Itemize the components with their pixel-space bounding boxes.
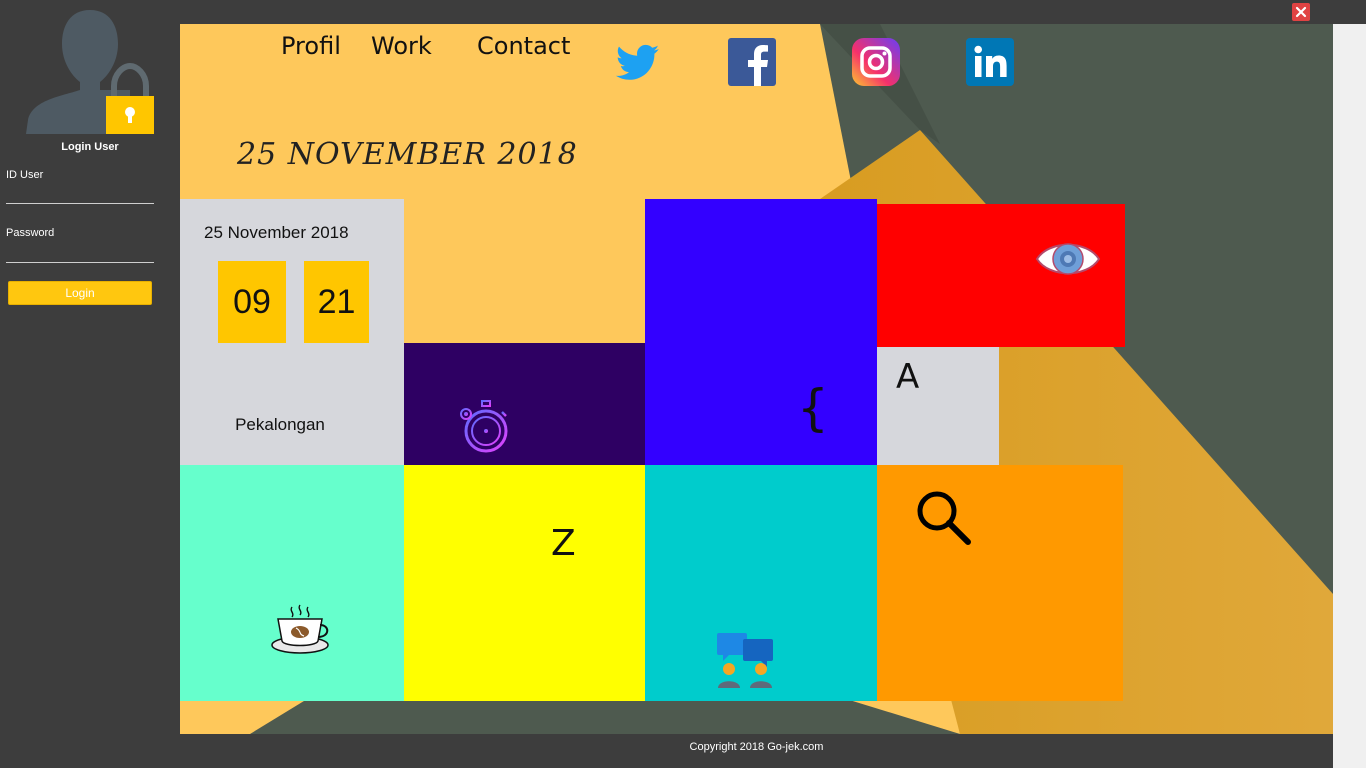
main-panel: Profil Work Contact 25 NOVEMBER 2018 25 … (180, 24, 1333, 734)
login-sidebar: Login User ID User Password Login (0, 0, 180, 768)
tile-sleep[interactable]: Z (404, 465, 645, 701)
team-chat-icon (717, 633, 773, 688)
login-button[interactable]: Login (8, 281, 152, 305)
footer-copyright: Copyright 2018 Go-jek.com (689, 741, 824, 753)
close-icon (1295, 6, 1307, 18)
clock-date: 25 November 2018 (204, 223, 349, 242)
linkedin-icon[interactable] (966, 38, 1014, 86)
tile-eye[interactable] (877, 204, 1125, 347)
id-user-label: ID User (6, 169, 44, 181)
instagram-icon[interactable] (852, 38, 900, 86)
tile-font[interactable]: A (877, 347, 999, 465)
eye-icon (1035, 243, 1101, 275)
nav-work-link[interactable]: Work (371, 32, 432, 60)
password-input[interactable] (6, 245, 154, 263)
clock-city: Pekalongan (235, 415, 325, 434)
header-date: 25 NOVEMBER 2018 (237, 137, 578, 172)
id-user-input[interactable] (6, 186, 154, 204)
nav-profil-link[interactable]: Profil (281, 32, 341, 60)
code-brace-glyph: { (797, 379, 829, 437)
sleep-glyph: Z (551, 523, 576, 564)
password-label: Password (6, 227, 55, 239)
tile-stopwatch[interactable] (404, 343, 645, 465)
nav-contact-link[interactable]: Contact (477, 32, 570, 60)
clock-tile: 25 November 2018 09 21 Pekalongan (180, 199, 404, 465)
tile-search[interactable] (877, 465, 1123, 701)
close-button[interactable] (1292, 3, 1310, 21)
right-scroll-strip (1333, 24, 1366, 768)
stopwatch-icon (460, 400, 508, 453)
clock-hour: 09 (218, 261, 286, 343)
coffee-cup-icon (271, 604, 329, 654)
tile-code[interactable]: { (645, 199, 877, 465)
tile-chat[interactable] (645, 465, 877, 701)
user-lock-icon (24, 4, 156, 136)
facebook-icon[interactable] (728, 38, 776, 86)
twitter-icon[interactable] (613, 38, 661, 86)
clock-minute: 21 (304, 261, 369, 343)
search-icon (917, 491, 971, 545)
login-title: Login User (61, 141, 119, 153)
tile-coffee[interactable] (180, 465, 404, 701)
font-glyph: A (896, 357, 920, 397)
